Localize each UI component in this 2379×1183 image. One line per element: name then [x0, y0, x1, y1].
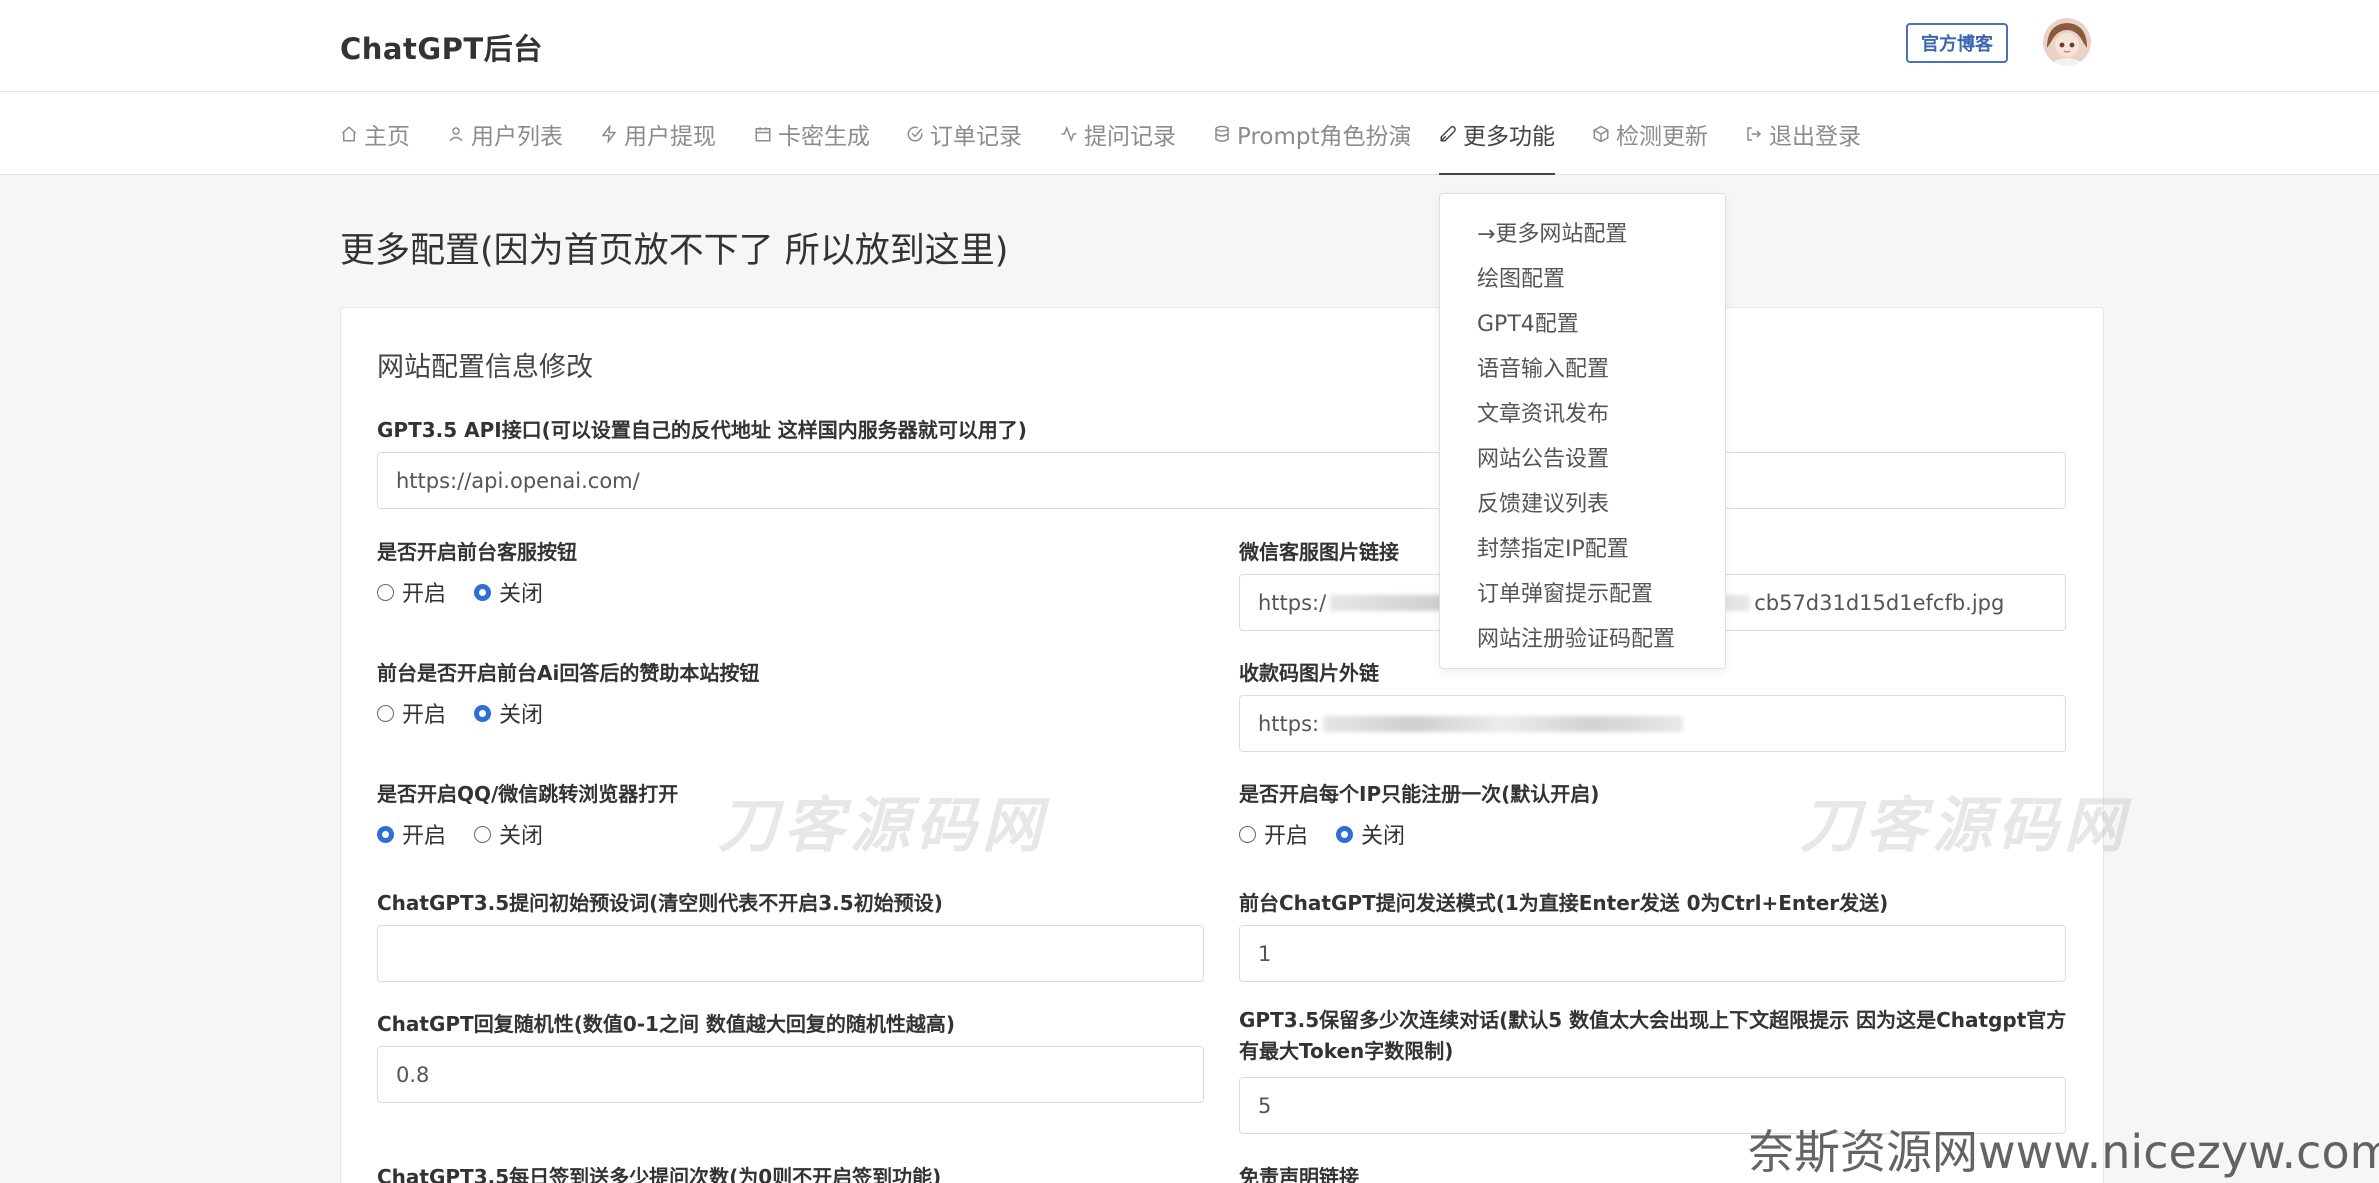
dropdown-item-article-publish[interactable]: 文章资讯发布 — [1477, 396, 1609, 428]
ip-register-label: 是否开启每个IP只能注册一次(默认开启) — [1239, 782, 1600, 806]
sponsor-label: 前台是否开启前台Ai回答后的赞助本站按钮 — [377, 661, 760, 685]
box-icon — [1593, 125, 1609, 142]
kefu-label: 是否开启前台客服按钮 — [377, 540, 577, 564]
more-features-dropdown: →更多网站配置 绘图配置 GPT4配置 语音输入配置 文章资讯发布 网站公告设置… — [1439, 193, 1726, 669]
dropdown-item-ip-ban-config[interactable]: 封禁指定IP配置 — [1477, 531, 1629, 563]
context-label: GPT3.5保留多少次连续对话(默认5 数值太大会出现上下文超限提示 因为这是C… — [1239, 1008, 2067, 1063]
wechat-label: 微信客服图片链接 — [1239, 540, 1399, 564]
card-title: 网站配置信息修改 — [377, 352, 593, 383]
kefu-close-radio[interactable]: 关闭 — [474, 576, 543, 608]
official-blog-button[interactable]: 官方博客 — [1906, 23, 2008, 63]
watermark-left: 刀客源码网 — [718, 791, 1048, 861]
send-mode-input[interactable]: 1 — [1239, 925, 2066, 982]
database-icon — [1215, 125, 1229, 142]
check-circle-icon — [907, 126, 923, 142]
signin-label: ChatGPT3.5每日签到送多少提问次数(为0则不开启签到功能) — [377, 1165, 942, 1183]
site-watermark: 奈斯资源网www.nicezyw.com — [1748, 1125, 2379, 1179]
nav-user-withdraw[interactable]: 用户提现 — [600, 92, 716, 175]
sponsor-close-radio[interactable]: 关闭 — [474, 697, 543, 729]
nav-home[interactable]: 主页 — [340, 92, 410, 175]
randomness-input[interactable]: 0.8 — [377, 1046, 1204, 1103]
sponsor-open-radio[interactable]: 开启 — [377, 697, 446, 729]
pen-icon — [1440, 125, 1456, 141]
dropdown-item-order-popup-config[interactable]: 订单弹窗提示配置 — [1477, 576, 1653, 608]
preset-label: ChatGPT3.5提问初始预设词(清空则代表不开启3.5初始预设) — [377, 891, 943, 915]
brand-title[interactable]: ChatGPT后台 — [340, 26, 543, 68]
top-bar: ChatGPT后台 官方博客 — [0, 0, 2379, 92]
nav-question-records[interactable]: 提问记录 — [1060, 92, 1176, 175]
nav-check-update[interactable]: 检测更新 — [1592, 92, 1708, 175]
home-icon — [341, 125, 357, 141]
dropdown-item-announcement-settings[interactable]: 网站公告设置 — [1477, 441, 1609, 473]
bolt-icon — [601, 124, 617, 143]
dropdown-item-voice-input-config[interactable]: 语音输入配置 — [1477, 351, 1609, 383]
activity-icon — [1061, 125, 1077, 142]
page-title: 更多配置(因为首页放不下了 所以放到这里) — [340, 231, 1009, 271]
qq-jump-close-radio[interactable]: 关闭 — [474, 818, 543, 850]
ip-register-radio-group: 开启 关闭 — [1239, 818, 1405, 850]
api-label: GPT3.5 API接口(可以设置自己的反代地址 这样国内服务器就可以用了) — [377, 418, 1027, 442]
nav-user-list[interactable]: 用户列表 — [447, 92, 563, 175]
nav-order-records[interactable]: 订单记录 — [906, 92, 1022, 175]
nav-prompt-roleplay[interactable]: Prompt角色扮演 — [1213, 92, 1412, 175]
logout-icon — [1747, 126, 1762, 141]
qrcode-input[interactable]: https: — [1239, 695, 2066, 752]
avatar-icon[interactable] — [2043, 18, 2091, 66]
api-input[interactable]: https://api.openai.com/ — [377, 452, 2066, 509]
qq-jump-open-radio[interactable]: 开启 — [377, 818, 446, 850]
dropdown-item-gpt4-config[interactable]: GPT4配置 — [1477, 306, 1579, 338]
ip-register-open-radio[interactable]: 开启 — [1239, 818, 1308, 850]
qq-jump-radio-group: 开启 关闭 — [377, 818, 543, 850]
ip-register-close-radio[interactable]: 关闭 — [1336, 818, 1405, 850]
preset-input[interactable] — [377, 925, 1204, 982]
send-mode-label: 前台ChatGPT提问发送模式(1为直接Enter发送 0为Ctrl+Enter… — [1239, 891, 1889, 915]
dropdown-item-more-site-config[interactable]: →更多网站配置 — [1477, 216, 1627, 248]
dropdown-item-drawing-config[interactable]: 绘图配置 — [1477, 261, 1565, 293]
sponsor-radio-group: 开启 关闭 — [377, 697, 543, 729]
watermark-right: 刀客源码网 — [1800, 791, 2130, 861]
dropdown-item-register-captcha-config[interactable]: 网站注册验证码配置 — [1477, 621, 1675, 653]
calendar-icon — [755, 126, 771, 141]
qq-jump-label: 是否开启QQ/微信跳转浏览器打开 — [377, 782, 679, 806]
randomness-label: ChatGPT回复随机性(数值0-1之间 数值越大回复的随机性越高) — [377, 1012, 956, 1036]
nav-bar: 主页 用户列表 用户提现 卡密生成 订单记录 提问记录 Prompt角色扮演 更… — [0, 92, 2379, 175]
kefu-radio-group: 开启 关闭 — [377, 576, 543, 608]
nav-card-generate[interactable]: 卡密生成 — [754, 92, 870, 175]
user-icon — [449, 126, 463, 141]
kefu-open-radio[interactable]: 开启 — [377, 576, 446, 608]
qrcode-label: 收款码图片外链 — [1239, 661, 1379, 685]
nav-logout[interactable]: 退出登录 — [1745, 92, 1861, 175]
nav-more-features[interactable]: 更多功能 — [1439, 92, 1555, 175]
dropdown-item-feedback-list[interactable]: 反馈建议列表 — [1477, 486, 1609, 518]
blurred-text — [1323, 715, 1684, 732]
disclaimer-label: 免责声明链接 — [1239, 1165, 1359, 1183]
